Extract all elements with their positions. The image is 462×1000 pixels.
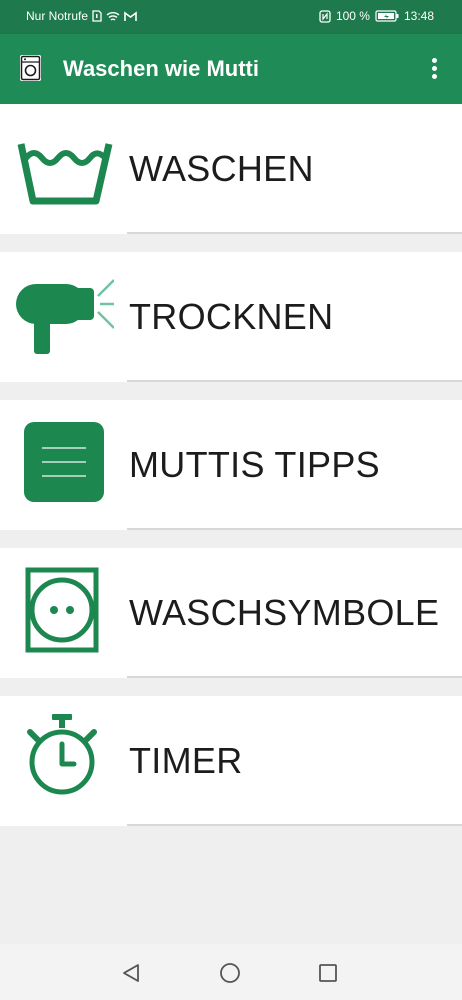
menu-item-label: TIMER bbox=[129, 740, 243, 781]
navigation-bar bbox=[0, 944, 462, 1000]
stopwatch-icon bbox=[14, 696, 114, 826]
divider bbox=[127, 380, 462, 382]
menu-item-label: WASCHSYMBOLE bbox=[129, 592, 440, 633]
menu-item-muttis-tipps[interactable]: MUTTIS TIPPS bbox=[0, 400, 462, 530]
status-left: Nur Notrufe bbox=[26, 9, 137, 23]
dryer-symbol-icon bbox=[14, 548, 114, 678]
menu-item-label: WASCHEN bbox=[129, 148, 314, 189]
menu-item-timer[interactable]: TIMER bbox=[0, 696, 462, 826]
sim-icon bbox=[92, 10, 102, 22]
back-icon[interactable] bbox=[120, 962, 142, 984]
nfc-icon bbox=[319, 9, 331, 23]
battery-icon bbox=[375, 10, 399, 22]
battery-percent: 100 % bbox=[335, 9, 370, 23]
home-icon[interactable] bbox=[219, 962, 241, 984]
divider bbox=[127, 232, 462, 234]
status-bar: Nur Notrufe 100 % 13:48 bbox=[0, 0, 462, 34]
wash-basin-icon bbox=[14, 104, 114, 234]
carrier-text: Nur Notrufe bbox=[26, 9, 89, 23]
recents-icon[interactable] bbox=[318, 963, 338, 983]
menu-item-label: MUTTIS TIPPS bbox=[129, 444, 380, 485]
menu-item-waschsymbole[interactable]: WASCHSYMBOLE bbox=[0, 548, 462, 678]
menu-item-label: TROCKNEN bbox=[129, 296, 334, 337]
menu-item-waschen[interactable]: WASCHEN bbox=[0, 104, 462, 234]
more-vert-icon[interactable] bbox=[424, 54, 444, 84]
clock: 13:48 bbox=[403, 9, 434, 23]
notes-icon bbox=[14, 400, 114, 530]
menu-item-trocknen[interactable]: TROCKNEN bbox=[0, 252, 462, 382]
washing-machine-icon bbox=[20, 55, 41, 81]
divider bbox=[127, 824, 462, 826]
app-bar: Waschen wie Mutti bbox=[0, 34, 462, 104]
hair-dryer-icon bbox=[14, 252, 115, 382]
divider bbox=[127, 528, 462, 530]
divider bbox=[127, 676, 462, 678]
wifi-icon bbox=[106, 11, 120, 21]
gmail-icon bbox=[124, 10, 137, 21]
app-title: Waschen wie Mutti bbox=[63, 56, 259, 81]
status-right: 100 % 13:48 bbox=[319, 9, 434, 23]
